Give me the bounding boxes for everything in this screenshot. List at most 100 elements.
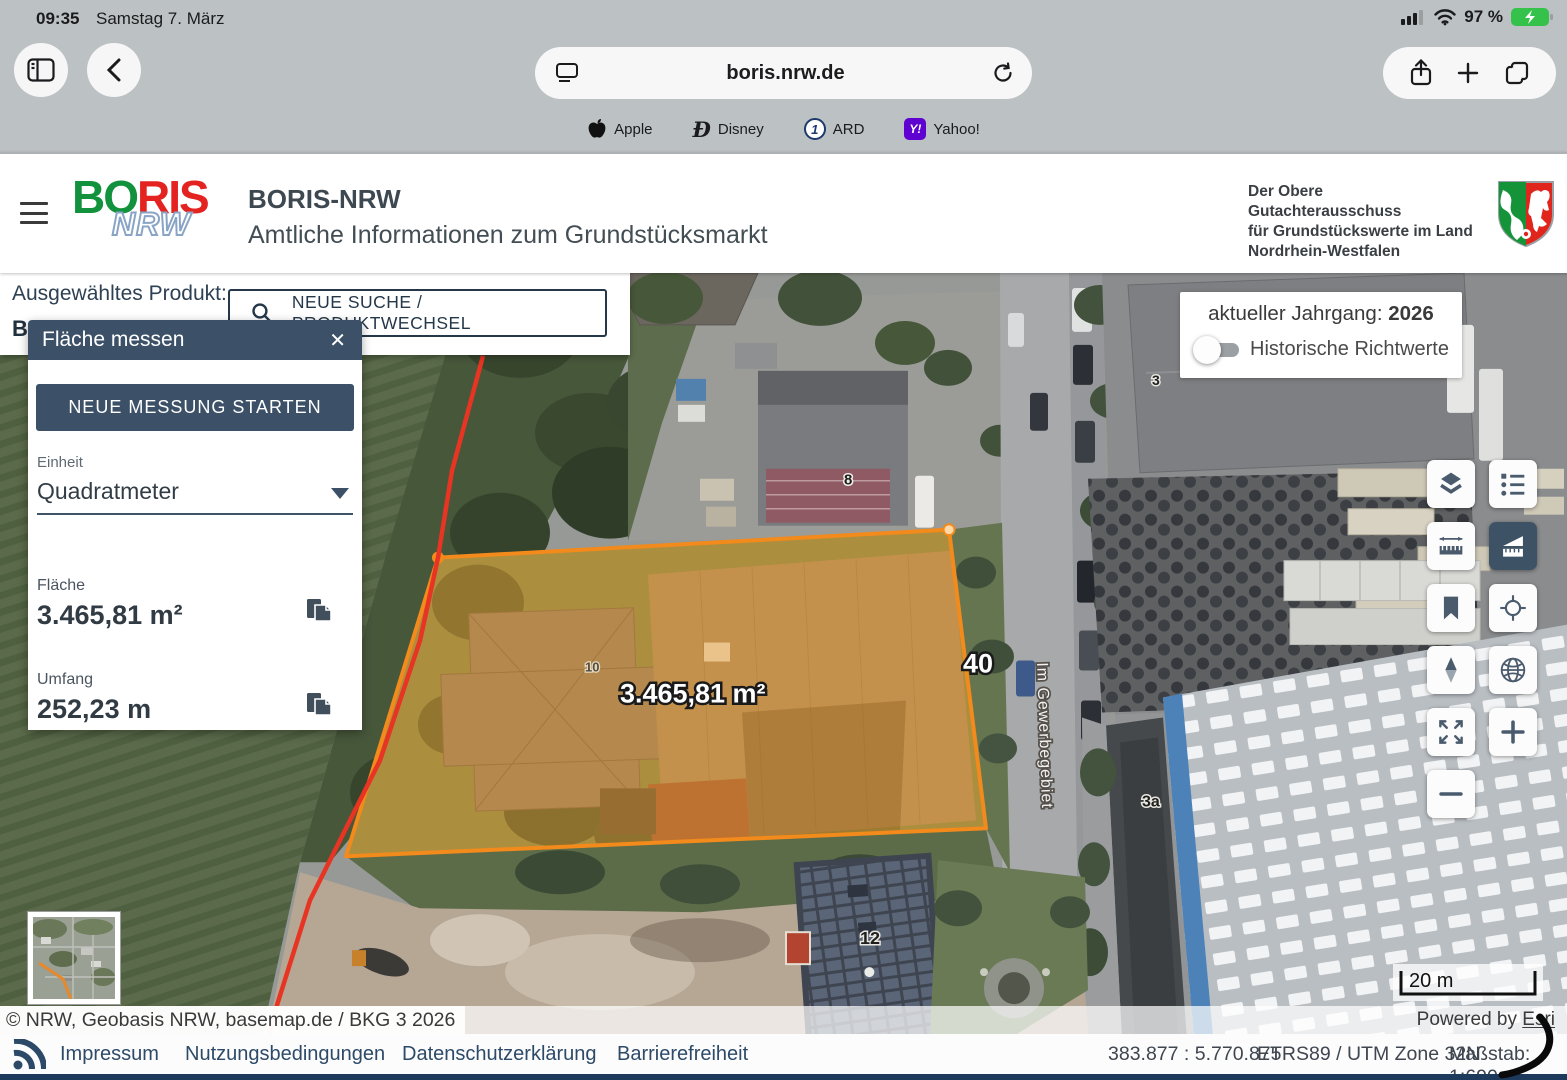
page-settings-icon xyxy=(555,61,579,85)
minimap-image xyxy=(33,917,115,999)
favorite-ard[interactable]: 1 ARD xyxy=(804,118,865,140)
toggle-knob xyxy=(1193,336,1221,364)
area-ruler-icon xyxy=(1496,529,1530,563)
current-year-value: 2026 xyxy=(1388,302,1434,325)
cellular-icon xyxy=(1401,8,1426,26)
committee-name: Der Obere Gutachterausschuss für Grundst… xyxy=(1248,182,1473,262)
yahoo-logo-icon: Y! xyxy=(904,118,926,140)
browser-toolbar: boris.nrw.de xyxy=(0,40,1567,106)
rss-icon[interactable] xyxy=(12,1039,46,1071)
screen: 3.465,81 m² 40 Im Gewerbegebiet 8 3 10 3… xyxy=(0,0,1567,1080)
house-number-8: 8 xyxy=(844,472,852,489)
link-impressum[interactable]: Impressum xyxy=(60,1043,159,1066)
start-measurement-button[interactable]: NEUE MESSUNG STARTEN xyxy=(36,384,354,431)
page-subtitle: Amtliche Informationen zum Grundstücksma… xyxy=(248,221,768,250)
back-button[interactable] xyxy=(87,43,141,97)
area-label: Fläche xyxy=(37,577,85,595)
bookmark-icon xyxy=(1434,591,1468,625)
unit-select[interactable]: Quadratmeter xyxy=(37,472,353,515)
toolbar-right-group xyxy=(1383,47,1556,99)
perimeter-value: 252,23 m xyxy=(37,694,151,725)
historic-values-toggle[interactable] xyxy=(1193,335,1241,365)
disney-logo-icon: Ð xyxy=(693,117,711,142)
area-measure-panel: Fläche messen ✕ NEUE MESSUNG STARTEN Ein… xyxy=(28,320,362,730)
favorite-label: Apple xyxy=(614,121,652,138)
address-bar[interactable]: boris.nrw.de xyxy=(535,47,1032,99)
fullscreen-button[interactable] xyxy=(1427,708,1475,756)
distance-ruler-icon xyxy=(1434,529,1468,563)
north-arrow-icon xyxy=(1434,653,1468,687)
historic-values-label: Historische Richtwerte xyxy=(1250,338,1449,361)
bookmarks-button[interactable] xyxy=(1427,584,1475,632)
crs-label: ETRS89 / UTM Zone 32N xyxy=(1257,1043,1480,1066)
sidebar-button[interactable] xyxy=(14,43,68,97)
url-text: boris.nrw.de xyxy=(579,62,992,85)
plus-icon xyxy=(1496,715,1530,749)
favorite-disney[interactable]: Ð Disney xyxy=(693,117,764,142)
sidebar-icon xyxy=(27,58,55,82)
boris-logo[interactable]: BORIS NRW xyxy=(72,174,232,254)
unit-value: Quadratmeter xyxy=(37,478,179,505)
status-bar: 09:35 Samstag 7. März 97 % xyxy=(0,0,1567,40)
favorite-apple[interactable]: Apple xyxy=(587,118,652,140)
map-attribution: © NRW, Geobasis NRW, basemap.de / BKG 3 … xyxy=(0,1006,1567,1034)
globe-icon xyxy=(1496,653,1530,687)
esri-link[interactable]: Esri xyxy=(1522,1009,1555,1030)
locate-button[interactable] xyxy=(1489,584,1537,632)
nrw-coat-of-arms xyxy=(1497,180,1555,248)
link-datenschutz[interactable]: Datenschutzerklärung xyxy=(402,1043,597,1066)
measure-area-button[interactable] xyxy=(1489,522,1537,570)
page-title: BORIS-NRW xyxy=(248,184,768,215)
layers-icon xyxy=(1434,467,1468,501)
date: Samstag 7. März xyxy=(96,9,225,29)
attribution-text: © NRW, Geobasis NRW, basemap.de / BKG 3 … xyxy=(0,1006,465,1034)
apple-logo-icon xyxy=(587,118,607,140)
link-barrierefreiheit[interactable]: Barrierefreiheit xyxy=(617,1043,748,1066)
logo-nrw: NRW xyxy=(112,206,191,243)
back-chevron-icon xyxy=(107,58,121,82)
copy-perimeter-button[interactable] xyxy=(304,690,334,720)
house-number-10: 10 xyxy=(585,660,599,675)
share-icon[interactable] xyxy=(1409,59,1433,87)
close-icon[interactable]: ✕ xyxy=(327,328,348,353)
copy-area-button[interactable] xyxy=(304,596,334,626)
new-tab-icon[interactable] xyxy=(1456,61,1480,85)
measure-panel-title: Fläche messen xyxy=(42,328,327,352)
favorite-label: ARD xyxy=(833,121,865,138)
measure-panel-header[interactable]: Fläche messen ✕ xyxy=(28,320,362,360)
basemap-globe-button[interactable] xyxy=(1489,646,1537,694)
clock: 09:35 xyxy=(36,9,79,29)
favorite-label: Disney xyxy=(718,121,764,138)
ard-logo-icon: 1 xyxy=(804,118,826,140)
map-measurement-label: 3.465,81 m² xyxy=(620,678,766,708)
fullscreen-icon xyxy=(1434,715,1468,749)
site-header: BORIS NRW BORIS-NRW Amtliche Information… xyxy=(0,152,1567,273)
menu-button[interactable] xyxy=(20,202,48,224)
measurement-vertex[interactable] xyxy=(944,524,955,535)
product-label: Ausgewähltes Produkt: xyxy=(12,282,227,306)
battery-icon xyxy=(1511,7,1553,27)
layers-button[interactable] xyxy=(1427,460,1475,508)
reload-icon[interactable] xyxy=(992,62,1014,84)
page-footer: Impressum Nutzungsbedingungen Datenschut… xyxy=(0,1034,1567,1074)
map-coordinates: 383.877 : 5.770.875 xyxy=(1108,1043,1282,1066)
zoom-in-button[interactable] xyxy=(1489,708,1537,756)
minus-icon xyxy=(1434,777,1468,811)
house-number-3a: 3a xyxy=(1142,793,1160,810)
wifi-icon xyxy=(1434,9,1456,26)
zoom-out-button[interactable] xyxy=(1427,770,1475,818)
chevron-down-icon xyxy=(331,488,349,499)
favorites-bar: Apple Ð Disney 1 ARD Y! Yahoo! xyxy=(0,106,1567,152)
measure-distance-button[interactable] xyxy=(1427,522,1475,570)
year-panel: aktueller Jahrgang: 2026 Historische Ric… xyxy=(1180,292,1462,378)
link-nutzungsbedingungen[interactable]: Nutzungsbedingungen xyxy=(185,1043,385,1066)
overview-minimap[interactable] xyxy=(27,911,121,1005)
favorite-yahoo[interactable]: Y! Yahoo! xyxy=(904,118,979,140)
unit-label: Einheit xyxy=(37,454,83,471)
compass-button[interactable] xyxy=(1427,646,1475,694)
legend-button[interactable] xyxy=(1489,460,1537,508)
scale-bar-label: 20 m xyxy=(1409,970,1453,993)
powered-by: Powered by Esri xyxy=(1417,1009,1555,1031)
house-number-12: 12 xyxy=(860,928,880,948)
tabs-icon[interactable] xyxy=(1504,60,1530,86)
